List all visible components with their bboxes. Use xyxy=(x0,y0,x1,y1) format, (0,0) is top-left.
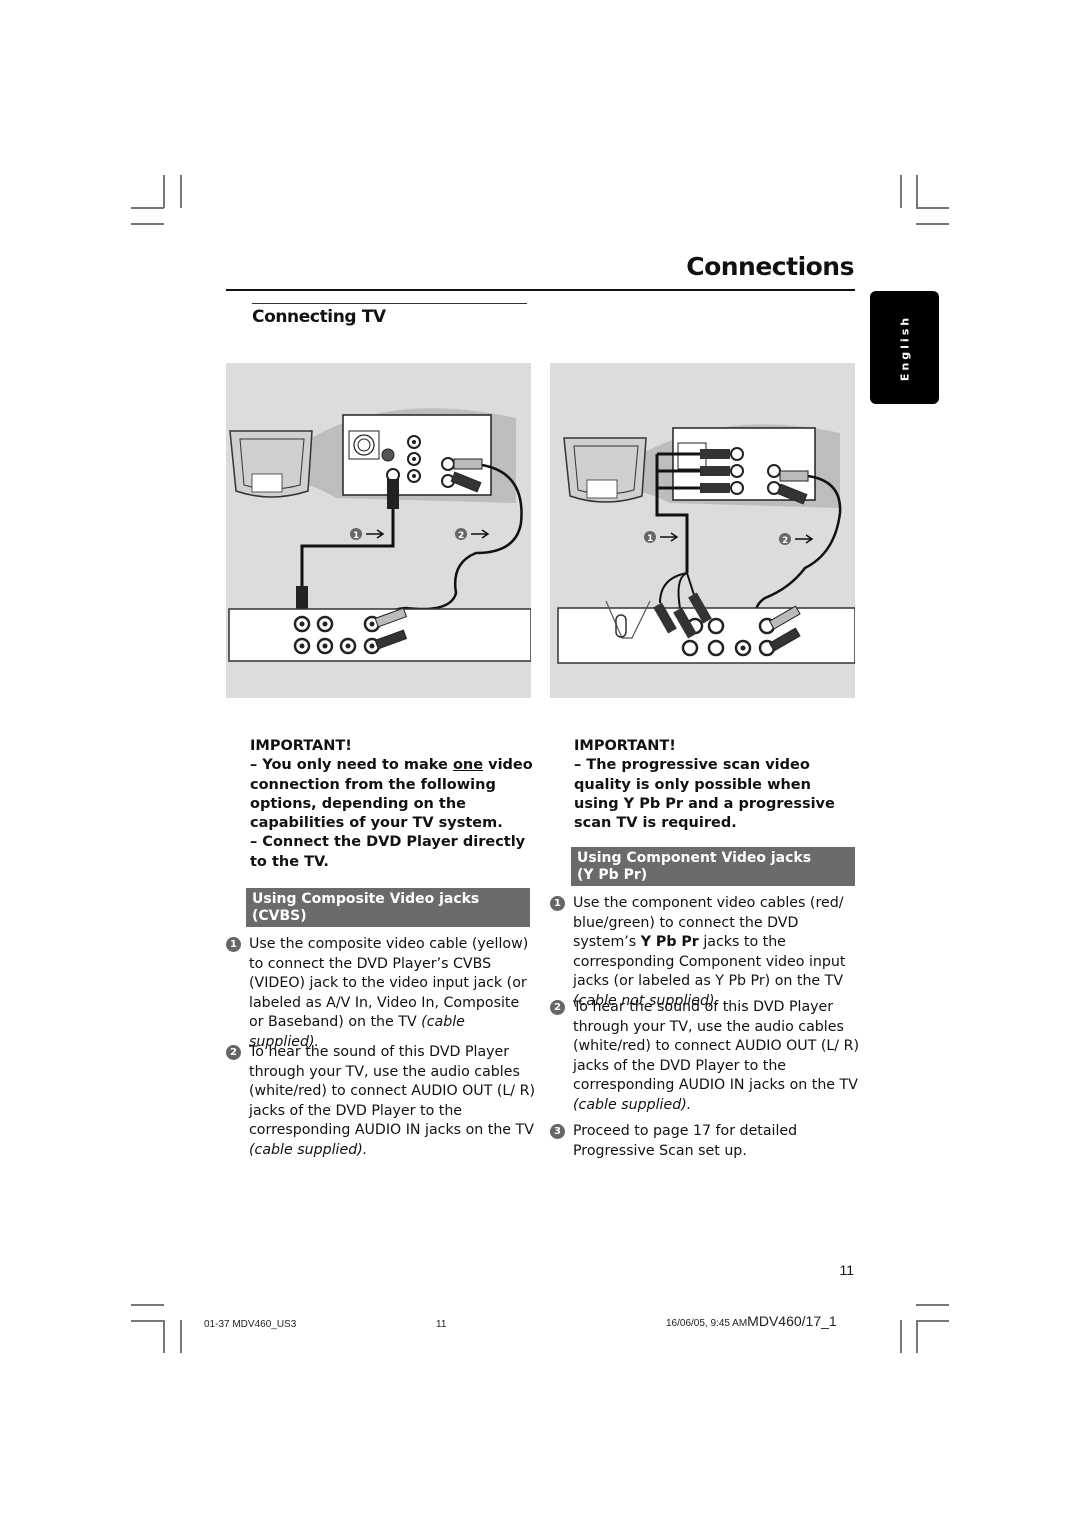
crop-mark xyxy=(163,175,165,208)
footer-file-label: 01-37 MDV460_US3 xyxy=(204,1319,297,1330)
marker-2-label: 2 xyxy=(458,531,464,541)
crop-mark xyxy=(916,207,949,209)
composite-subhead: Using Composite Video jacks (CVBS) xyxy=(246,888,530,927)
marker-2-label: 2 xyxy=(782,536,788,546)
language-tab: English xyxy=(870,291,939,404)
component-step-1: 1 Use the component video cables (red/ b… xyxy=(549,894,859,1012)
important-note-1: – You only need to make one video connec… xyxy=(250,757,533,832)
step-number-icon: 3 xyxy=(550,1124,565,1139)
step-number-icon: 2 xyxy=(550,1000,565,1015)
component-step-2: 2 To hear the sound of this DVD Player t… xyxy=(549,998,859,1116)
tv-back-icon xyxy=(563,437,647,503)
left-important-note: IMPORTANT! – You only need to make one v… xyxy=(250,737,535,872)
tv-back-icon xyxy=(229,430,313,498)
component-plug xyxy=(700,466,730,476)
step-number-icon: 1 xyxy=(550,896,565,911)
component-plug xyxy=(700,449,730,459)
crop-mark xyxy=(900,175,902,208)
crop-mark xyxy=(131,1304,164,1306)
crop-mark xyxy=(163,1320,165,1353)
language-tab-label: English xyxy=(898,314,911,381)
composite-step-2: 2 To hear the sound of this DVD Player t… xyxy=(225,1043,535,1161)
crop-mark xyxy=(916,175,918,208)
component-diagram-svg: 1 2 xyxy=(557,424,855,664)
section-rule xyxy=(252,303,527,304)
crop-mark xyxy=(180,1320,182,1353)
important-note-2: – Connect the DVD Player directly to the… xyxy=(250,834,526,870)
component-step-3: 3 Proceed to page 17 for detailed Progre… xyxy=(549,1122,859,1161)
arrow-right-icon xyxy=(660,532,679,542)
marker-1-label: 1 xyxy=(647,534,653,544)
crop-mark xyxy=(131,223,164,225)
arrow-right-icon xyxy=(471,529,490,539)
crop-mark xyxy=(916,1320,949,1322)
component-connection-diagram: 1 2 xyxy=(550,363,855,698)
crop-mark xyxy=(916,1320,918,1353)
crop-mark xyxy=(916,1304,949,1306)
step-number-icon: 2 xyxy=(226,1045,241,1060)
step-number-icon: 1 xyxy=(226,937,241,952)
arrow-right-icon xyxy=(366,529,385,539)
composite-step-1: 1 Use the composite video cable (yellow)… xyxy=(225,935,535,1053)
video-cable xyxy=(300,509,395,586)
crop-mark xyxy=(916,223,949,225)
composite-diagram-svg: 1 2 xyxy=(228,408,531,662)
section-title: Connecting TV xyxy=(252,307,386,327)
crop-mark xyxy=(180,175,182,208)
footer-timestamp-model: 16/06/05, 9:45 AMMDV460/17_1 xyxy=(666,1313,837,1329)
component-cable-split xyxy=(659,572,696,609)
page-title: Connections xyxy=(686,252,854,281)
important-heading: IMPORTANT! xyxy=(250,738,352,754)
audio-plug-white xyxy=(779,470,809,482)
important-heading: IMPORTANT! xyxy=(574,738,676,754)
audio-plug-white xyxy=(453,458,483,470)
video-plug xyxy=(387,479,399,509)
component-subhead: Using Component Video jacks (Y Pb Pr) xyxy=(571,847,855,886)
crop-mark xyxy=(900,1320,902,1353)
component-plug xyxy=(700,483,730,493)
crop-mark xyxy=(131,1320,164,1322)
arrow-right-icon xyxy=(795,534,814,544)
page-number: 11 xyxy=(839,1262,854,1278)
important-note-1: – The progressive scan video quality is … xyxy=(574,757,835,832)
crop-mark xyxy=(131,207,164,209)
component-cable xyxy=(655,452,700,573)
title-rule xyxy=(226,289,855,291)
marker-1-label: 1 xyxy=(353,531,359,541)
footer-page: 11 xyxy=(436,1319,447,1330)
right-important-note: IMPORTANT! – The progressive scan video … xyxy=(574,737,859,833)
composite-connection-diagram: 1 2 xyxy=(226,363,531,698)
